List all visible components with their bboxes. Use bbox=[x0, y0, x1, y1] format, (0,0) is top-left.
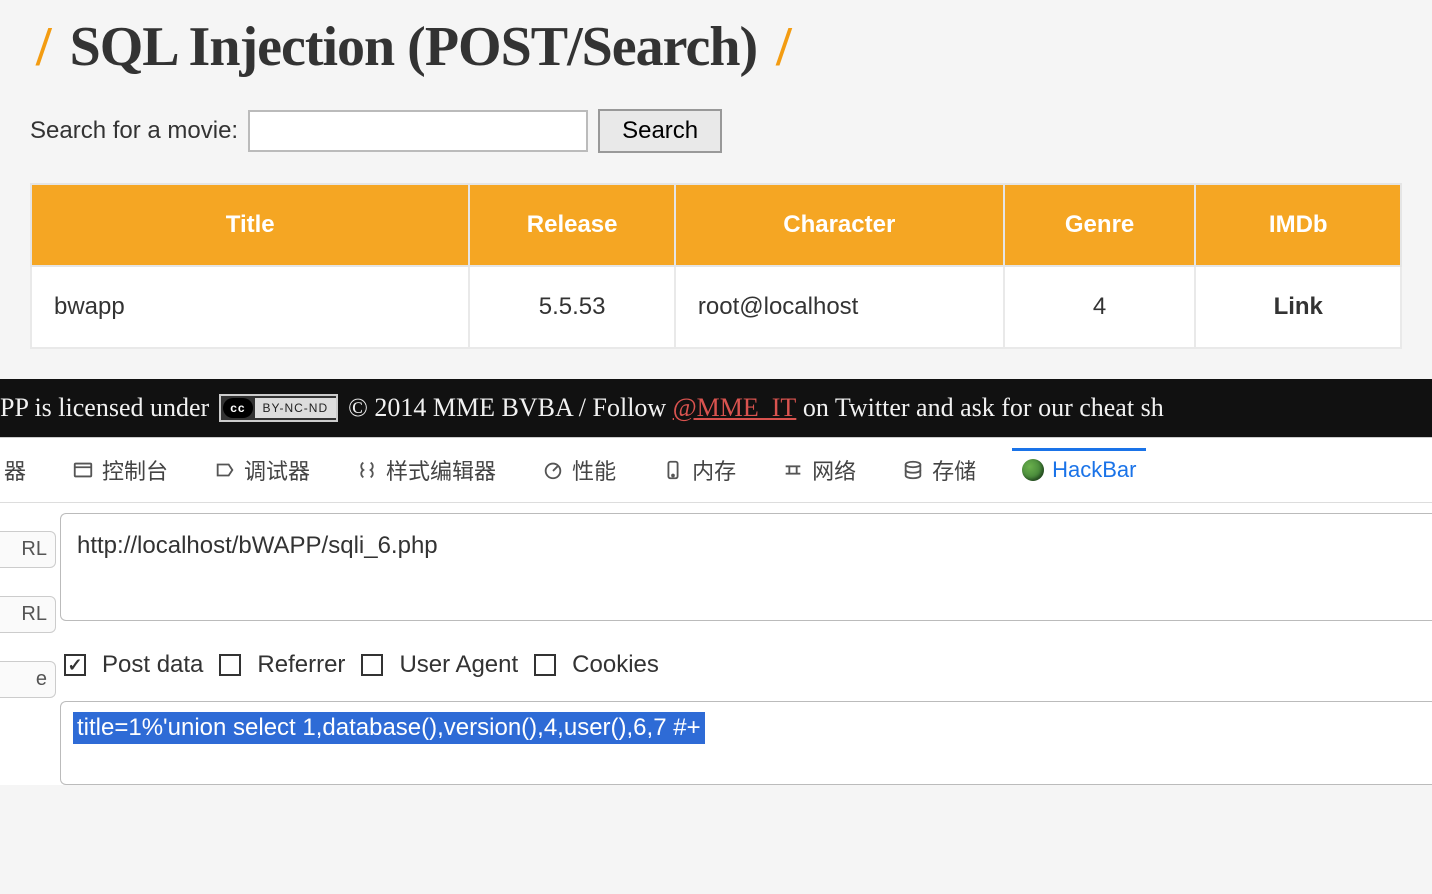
tab-hackbar[interactable]: HackBar bbox=[1012, 448, 1146, 489]
tab-console-label: 控制台 bbox=[102, 454, 168, 486]
table-row: bwapp 5.5.53 root@localhost 4 Link bbox=[31, 266, 1401, 348]
slash-icon: / bbox=[770, 16, 797, 78]
footer-bar: PP is licensed under cc BY-NC-ND © 2014 … bbox=[0, 379, 1432, 437]
page-title: / SQL Injection (POST/Search) / bbox=[30, 0, 1402, 109]
tab-performance[interactable]: 性能 bbox=[532, 448, 626, 492]
cc-icon: cc bbox=[223, 398, 252, 418]
hackbar-options: Post data Referrer User Agent Cookies bbox=[64, 651, 1432, 679]
footer-mid: © 2014 MME BVBA / Follow bbox=[348, 393, 666, 423]
page-title-text: SQL Injection (POST/Search) bbox=[70, 16, 758, 78]
tab-memory[interactable]: 内存 bbox=[652, 448, 746, 492]
network-icon bbox=[782, 459, 804, 481]
search-button[interactable]: Search bbox=[598, 109, 722, 153]
debugger-icon bbox=[214, 459, 236, 481]
cc-badge: cc BY-NC-ND bbox=[219, 394, 338, 422]
devtools-tabstrip: 器 控制台 调试器 样式编辑器 性能 bbox=[0, 438, 1432, 503]
cell-imdb-link[interactable]: Link bbox=[1195, 266, 1401, 348]
checkbox-useragent[interactable] bbox=[361, 654, 383, 676]
checkbox-postdata[interactable] bbox=[64, 654, 86, 676]
checkbox-referrer-label: Referrer bbox=[257, 651, 345, 679]
col-imdb: IMDb bbox=[1195, 184, 1401, 266]
postdata-input[interactable]: title=1%'union select 1,database(),versi… bbox=[60, 701, 1432, 785]
checkbox-referrer[interactable] bbox=[219, 654, 241, 676]
search-input[interactable] bbox=[248, 110, 588, 152]
checkbox-postdata-label: Post data bbox=[102, 651, 203, 679]
page-content: / SQL Injection (POST/Search) / Search f… bbox=[0, 0, 1432, 379]
devtools-panel: 器 控制台 调试器 样式编辑器 性能 bbox=[0, 437, 1432, 785]
col-release: Release bbox=[469, 184, 675, 266]
checkbox-cookies[interactable] bbox=[534, 654, 556, 676]
tab-performance-label: 性能 bbox=[572, 454, 616, 486]
tab-debugger-label: 调试器 bbox=[244, 454, 310, 486]
search-row: Search for a movie: Search bbox=[30, 109, 1402, 153]
hackbar-icon bbox=[1022, 459, 1044, 481]
cell-genre: 4 bbox=[1004, 266, 1196, 348]
tab-inspector[interactable]: 器 bbox=[4, 448, 36, 492]
search-label: Search for a movie: bbox=[30, 117, 238, 145]
side-button-3[interactable]: e bbox=[0, 661, 56, 698]
console-icon bbox=[72, 459, 94, 481]
hackbar-side-buttons: RL RL e bbox=[0, 513, 60, 785]
tab-console[interactable]: 控制台 bbox=[62, 448, 178, 492]
tab-debugger[interactable]: 调试器 bbox=[204, 448, 320, 492]
memory-icon bbox=[662, 459, 684, 481]
col-character: Character bbox=[675, 184, 1004, 266]
checkbox-useragent-label: User Agent bbox=[399, 651, 518, 679]
tab-style-editor[interactable]: 样式编辑器 bbox=[346, 448, 506, 492]
footer-right: on Twitter and ask for our cheat sh bbox=[803, 393, 1164, 423]
url-input[interactable]: http://localhost/bWAPP/sqli_6.php bbox=[60, 513, 1432, 621]
tab-memory-label: 内存 bbox=[692, 454, 736, 486]
cell-title: bwapp bbox=[31, 266, 469, 348]
table-header-row: Title Release Character Genre IMDb bbox=[31, 184, 1401, 266]
footer-left: PP is licensed under bbox=[0, 393, 209, 423]
results-table: Title Release Character Genre IMDb bwapp… bbox=[30, 183, 1402, 349]
col-title: Title bbox=[31, 184, 469, 266]
footer-twitter-link[interactable]: @MME_IT bbox=[673, 393, 797, 423]
tab-inspector-label: 器 bbox=[4, 454, 26, 486]
cell-character: root@localhost bbox=[675, 266, 1004, 348]
cc-text: BY-NC-ND bbox=[255, 398, 337, 418]
tab-storage-label: 存储 bbox=[932, 454, 976, 486]
tab-network-label: 网络 bbox=[812, 454, 856, 486]
side-button-url2[interactable]: RL bbox=[0, 596, 56, 633]
side-button-url1[interactable]: RL bbox=[0, 531, 56, 568]
postdata-value: title=1%'union select 1,database(),versi… bbox=[73, 712, 705, 744]
url-value: http://localhost/bWAPP/sqli_6.php bbox=[77, 532, 438, 559]
col-genre: Genre bbox=[1004, 184, 1196, 266]
cell-release: 5.5.53 bbox=[469, 266, 675, 348]
performance-icon bbox=[542, 459, 564, 481]
tab-style-editor-label: 样式编辑器 bbox=[386, 454, 496, 486]
tab-network[interactable]: 网络 bbox=[772, 448, 866, 492]
tab-storage[interactable]: 存储 bbox=[892, 448, 986, 492]
tab-hackbar-label: HackBar bbox=[1052, 457, 1136, 483]
hackbar-panel: RL RL e http://localhost/bWAPP/sqli_6.ph… bbox=[0, 503, 1432, 785]
checkbox-cookies-label: Cookies bbox=[572, 651, 659, 679]
style-editor-icon bbox=[356, 459, 378, 481]
storage-icon bbox=[902, 459, 924, 481]
slash-icon: / bbox=[30, 16, 57, 78]
